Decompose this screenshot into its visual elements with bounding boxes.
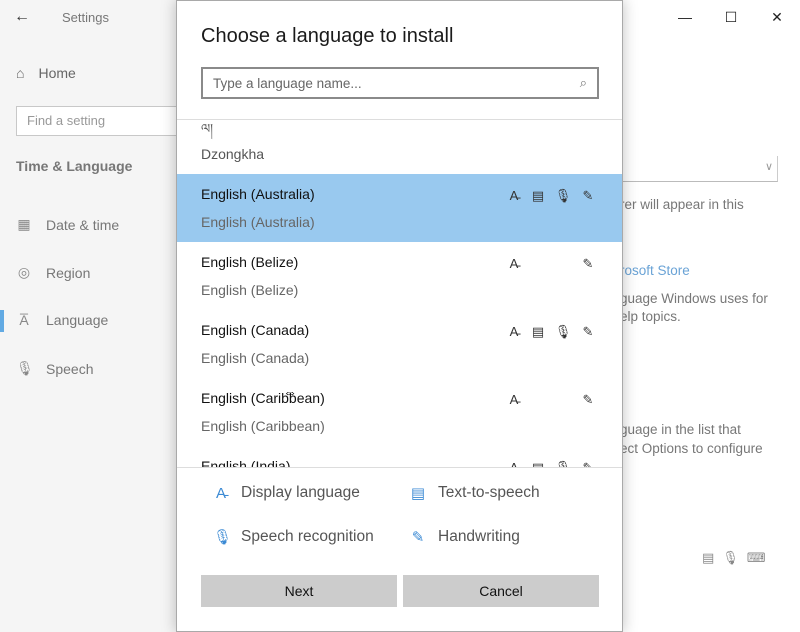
handwriting-icon: ✎ <box>579 460 597 467</box>
language-native-name: English (Australia) <box>201 214 315 230</box>
text-to-speech-icon: ▤ <box>702 550 715 565</box>
text-to-speech-icon: ▤ <box>410 485 426 502</box>
display-language-icon: A̵ <box>509 256 519 271</box>
microphone-icon: 🎙︎ <box>16 360 34 376</box>
back-arrow-icon[interactable]: ← <box>14 8 30 26</box>
speech-recognition-icon: 🎙︎ <box>554 188 572 203</box>
minimize-icon[interactable]: — <box>662 0 708 34</box>
display-language-icon: A̵ <box>509 188 519 203</box>
language-feature-icons: ▤ 🎙︎ ⌨ <box>702 550 766 566</box>
store-link-fragment[interactable]: rosoft Store <box>620 262 690 280</box>
nav-item-region[interactable]: ◎ Region <box>16 264 90 281</box>
cancel-button[interactable]: Cancel <box>403 575 599 607</box>
nav-item-label: Region <box>46 264 91 281</box>
globe-icon: ◎ <box>17 264 31 280</box>
right-dropdown[interactable] <box>622 156 778 182</box>
display-language-icon: A̵ <box>505 460 523 467</box>
language-name: English (Caribbean) <box>201 390 325 406</box>
window-title: Settings <box>62 10 109 25</box>
language-name: English (Canada) <box>201 322 310 338</box>
nav-home-label: Home <box>38 65 76 81</box>
language-native-name: English (Belize) <box>201 282 299 298</box>
language-native-name: English (Canada) <box>201 350 310 366</box>
legend-display-language: A̵ Display language <box>213 484 360 502</box>
nav-item-label: Language <box>46 312 109 328</box>
section-title: Time & Language <box>16 158 133 174</box>
list-item-english-canada[interactable]: English (Canada) English (Canada) A̵ ▤ 🎙… <box>177 310 622 378</box>
next-button[interactable]: Next <box>201 575 397 607</box>
find-setting-input[interactable]: Find a setting <box>16 106 186 136</box>
feature-icons: A̵ ▤ 🎙︎ ✎ <box>505 460 597 467</box>
dialog-title: Choose a language to install <box>201 25 454 47</box>
nav-item-speech[interactable]: 🎙︎ Speech <box>16 360 93 377</box>
list-item[interactable]: Dzongkha <box>201 146 264 162</box>
microphone-icon: 🎙︎ <box>722 550 739 565</box>
display-language-icon: A̵ <box>509 392 519 407</box>
feature-icons: A̵ ▤ 🎙︎ ✎ <box>505 324 597 342</box>
right-text-fragment: rer will appear in this <box>620 197 744 212</box>
list-item-english-india[interactable]: English (India) A̵ ▤ 🎙︎ ✎ <box>177 446 622 467</box>
list-item-english-belize[interactable]: English (Belize) English (Belize) A̵ ✎ <box>177 242 622 310</box>
text-to-speech-icon: ▤ <box>531 324 545 339</box>
feature-legend: A̵ Display language ▤ Text-to-speech 🎙︎ … <box>177 467 622 567</box>
handwriting-icon: ✎ <box>582 324 594 339</box>
chevron-down-icon: ∨ <box>765 161 774 173</box>
list-item-english-australia[interactable]: English (Australia) English (Australia) … <box>177 174 622 400</box>
legend-text-to-speech: ▤ Text-to-speech <box>410 484 540 502</box>
maximize-icon[interactable]: ☐ <box>708 0 754 34</box>
legend-label: Speech recognition <box>241 528 374 545</box>
speech-recognition-icon: 🎙︎ <box>554 324 572 339</box>
right-text-fragment: guage Windows uses for <box>620 291 768 306</box>
language-name: English (Belize) <box>201 254 299 270</box>
display-language-icon: A̵ <box>509 324 519 339</box>
language-search-input[interactable]: Type a language name... ⌕ <box>201 67 599 99</box>
legend-label: Handwriting <box>438 528 520 545</box>
nav-item-language[interactable]: A̅ Language <box>16 312 108 328</box>
right-text-fragment: ect Options to configure <box>620 441 763 456</box>
display-language-icon: A̵ <box>215 484 226 502</box>
language-name: English (Australia) <box>201 186 315 202</box>
search-icon[interactable]: ⌕ <box>580 75 587 91</box>
feature-icons: A̵ ✎ <box>505 256 597 274</box>
language-list[interactable]: ལ། Dzongkha English (Australia) English … <box>177 119 622 467</box>
keyboard-icon: ⌨ <box>746 550 766 565</box>
list-item-english-caribbean[interactable]: English (Caribbean) English (Caribbean) … <box>177 378 622 446</box>
handwriting-icon: ✎ <box>582 392 594 407</box>
legend-handwriting: ✎ Handwriting <box>410 528 520 546</box>
nav-item-date-time[interactable]: ▦ Date & time <box>16 216 119 233</box>
language-name: English (India) <box>201 458 291 467</box>
nav-item-label: Date & time <box>46 216 120 233</box>
legend-speech-recognition: 🎙︎ Speech recognition <box>213 528 374 546</box>
text-to-speech-icon: ▤ <box>531 188 545 203</box>
right-text-fragment: elp topics. <box>620 309 681 324</box>
language-native-name: English (Caribbean) <box>201 418 325 434</box>
text-to-speech-icon: ▤ <box>529 460 547 467</box>
window-controls: — ☐ ✕ <box>662 0 800 34</box>
handwriting-icon: ✎ <box>411 529 425 546</box>
nav-item-label: Speech <box>46 360 94 377</box>
legend-label: Display language <box>241 484 360 501</box>
calendar-clock-icon: ▦ <box>17 216 31 232</box>
speech-recognition-icon: 🎙︎ <box>213 529 233 546</box>
nav-home[interactable]: ⌂ Home <box>16 65 76 81</box>
right-text-fragment: guage in the list that <box>620 422 741 437</box>
feature-icons: A̵ ▤ 🎙︎ ✎ <box>505 188 597 206</box>
legend-label: Text-to-speech <box>438 484 540 501</box>
search-placeholder: Type a language name... <box>213 75 362 91</box>
choose-language-dialog: Choose a language to install Type a lang… <box>176 0 623 632</box>
close-icon[interactable]: ✕ <box>754 0 800 34</box>
nav-active-indicator <box>0 310 4 332</box>
language-icon: A̅ <box>19 312 29 328</box>
feature-icons: A̵ ✎ <box>505 392 597 410</box>
handwriting-icon: ✎ <box>582 256 594 271</box>
handwriting-icon: ✎ <box>582 188 594 203</box>
home-icon: ⌂ <box>16 65 25 81</box>
speech-recognition-icon: 🎙︎ <box>554 460 572 467</box>
